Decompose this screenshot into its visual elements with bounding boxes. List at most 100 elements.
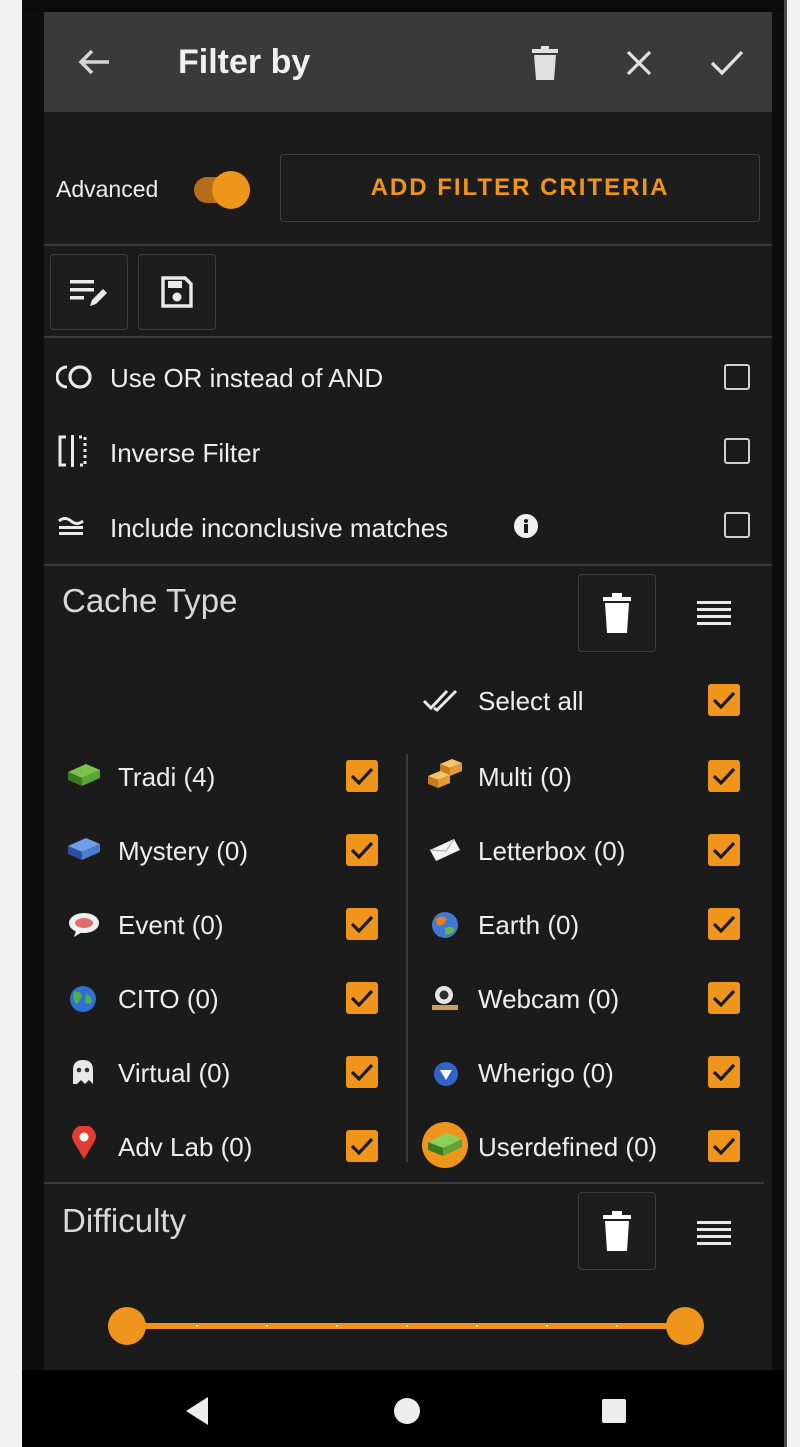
mystery-cache-icon: [68, 838, 100, 860]
cache-type-row[interactable]: Virtual (0): [44, 1038, 394, 1106]
cache-type-checkbox[interactable]: [708, 908, 740, 940]
use-or-checkbox[interactable]: [724, 364, 750, 390]
cache-type-checkbox[interactable]: [708, 1130, 740, 1162]
cache-type-checkbox[interactable]: [346, 760, 378, 792]
cache-type-row[interactable]: CITO (0): [44, 964, 394, 1032]
nav-recents-icon[interactable]: [602, 1399, 626, 1423]
cache-type-label: CITO (0): [118, 984, 219, 1014]
checkmark-icon: [712, 691, 736, 710]
double-check-icon: [422, 689, 458, 712]
edit-filter-button[interactable]: [50, 254, 128, 330]
cache-type-title: Cache Type: [62, 582, 238, 619]
cache-type-label: Wherigo (0): [478, 1058, 614, 1088]
checkmark-icon: [350, 841, 374, 860]
advanced-toggle[interactable]: [190, 170, 252, 210]
difficulty-title: Difficulty: [62, 1202, 187, 1239]
difficulty-max-thumb[interactable]: [666, 1307, 704, 1345]
checkmark-icon: [350, 915, 374, 934]
close-icon: [626, 50, 652, 76]
option-row-inconclusive[interactable]: Include inconclusive matches: [44, 492, 772, 558]
multi-cache-icon: [428, 759, 462, 788]
option-label: Use OR instead of AND: [110, 363, 384, 393]
cache-type-checkbox[interactable]: [708, 982, 740, 1014]
select-all-checkbox[interactable]: [708, 684, 740, 716]
save-filter-button[interactable]: [138, 254, 216, 330]
cache-type-row[interactable]: Adv Lab (0): [44, 1112, 394, 1180]
option-row-inverse[interactable]: Inverse Filter: [44, 418, 772, 484]
checkmark-icon: [712, 1063, 736, 1082]
divider: [44, 336, 772, 338]
difficulty-clear-button[interactable]: [578, 1192, 656, 1270]
trash-icon: [603, 593, 631, 633]
clear-filter-button[interactable]: [518, 36, 572, 90]
page-title: Filter by: [178, 43, 311, 81]
cache-type-checkbox[interactable]: [708, 760, 740, 792]
virtual-cache-icon: [73, 1060, 93, 1084]
cache-type-row[interactable]: Letterbox (0): [420, 816, 760, 884]
checkmark-icon: [712, 915, 736, 934]
cache-type-row[interactable]: Earth (0): [420, 890, 760, 958]
option-label: Include inconclusive matches: [110, 513, 449, 543]
cache-type-checkbox[interactable]: [708, 1056, 740, 1088]
cache-type-checkbox[interactable]: [346, 834, 378, 866]
cache-type-row[interactable]: Webcam (0): [420, 964, 760, 1032]
difficulty-range-slider[interactable]: [108, 1302, 704, 1350]
cache-type-label: Multi (0): [478, 762, 572, 792]
checkmark-icon: [710, 50, 744, 76]
inconclusive-checkbox[interactable]: [724, 512, 750, 538]
checkmark-icon: [350, 989, 374, 1008]
cache-type-row[interactable]: Mystery (0): [44, 816, 394, 884]
device-right-bezel: [772, 12, 784, 1372]
difficulty-list-button[interactable]: [684, 1208, 744, 1258]
cache-type-checkbox[interactable]: [346, 908, 378, 940]
divider: [44, 1182, 764, 1184]
select-all-row[interactable]: Select all: [420, 672, 760, 732]
select-all-label: Select all: [478, 686, 584, 716]
cache-type-checkbox[interactable]: [346, 982, 378, 1014]
trash-icon: [603, 1211, 631, 1251]
cache-type-label: Tradi (4): [118, 762, 216, 792]
close-button[interactable]: [612, 36, 666, 90]
checkmark-icon: [712, 841, 736, 860]
back-button[interactable]: [68, 36, 120, 88]
cache-type-row[interactable]: Wherigo (0): [420, 1038, 760, 1106]
nav-back-icon[interactable]: [184, 1396, 210, 1426]
inverse-checkbox[interactable]: [724, 438, 750, 464]
checkmark-icon: [350, 767, 374, 786]
wherigo-cache-icon: [434, 1062, 458, 1086]
divider: [44, 244, 772, 246]
nav-home-icon[interactable]: [394, 1398, 420, 1424]
list-icon: [697, 601, 731, 625]
checkmark-icon: [712, 1137, 736, 1156]
save-icon: [161, 276, 193, 308]
webcam-cache-icon: [432, 986, 458, 1010]
cache-type-label: Userdefined (0): [478, 1132, 658, 1162]
cache-type-row[interactable]: Tradi (4): [44, 742, 394, 810]
userdefined-cache-icon: [422, 1122, 468, 1168]
back-arrow-icon: [78, 49, 109, 75]
cache-type-label: Earth (0): [478, 910, 580, 940]
earth-cache-icon: [432, 912, 458, 938]
inverse-icon: [58, 435, 87, 467]
add-filter-criteria-button[interactable]: ADD FILTER CRITERIA: [280, 154, 760, 222]
cache-type-checkbox[interactable]: [708, 834, 740, 866]
option-row-use-or[interactable]: Use OR instead of AND: [44, 344, 772, 410]
cache-type-checkbox[interactable]: [346, 1056, 378, 1088]
info-icon[interactable]: [514, 514, 538, 538]
column-divider: [406, 754, 408, 1162]
device-frame-right: [784, 0, 800, 1447]
cache-type-checkbox[interactable]: [346, 1130, 378, 1162]
cache-type-row[interactable]: Userdefined (0): [420, 1112, 760, 1180]
device-top-bezel: [22, 0, 784, 12]
cache-type-list-button[interactable]: [684, 588, 744, 638]
cache-type-clear-button[interactable]: [578, 574, 656, 652]
cache-type-row[interactable]: Event (0): [44, 890, 394, 958]
checkmark-icon: [712, 767, 736, 786]
option-label: Inverse Filter: [110, 438, 261, 468]
cache-type-row[interactable]: Multi (0): [420, 742, 760, 810]
difficulty-min-thumb[interactable]: [108, 1307, 146, 1345]
cache-type-label: Mystery (0): [118, 836, 248, 866]
advanced-label: Advanced: [56, 176, 159, 202]
apply-button[interactable]: [700, 36, 754, 90]
filter-content: Advanced ADD FILTER CRITERIA Use OR inst…: [44, 112, 772, 1370]
